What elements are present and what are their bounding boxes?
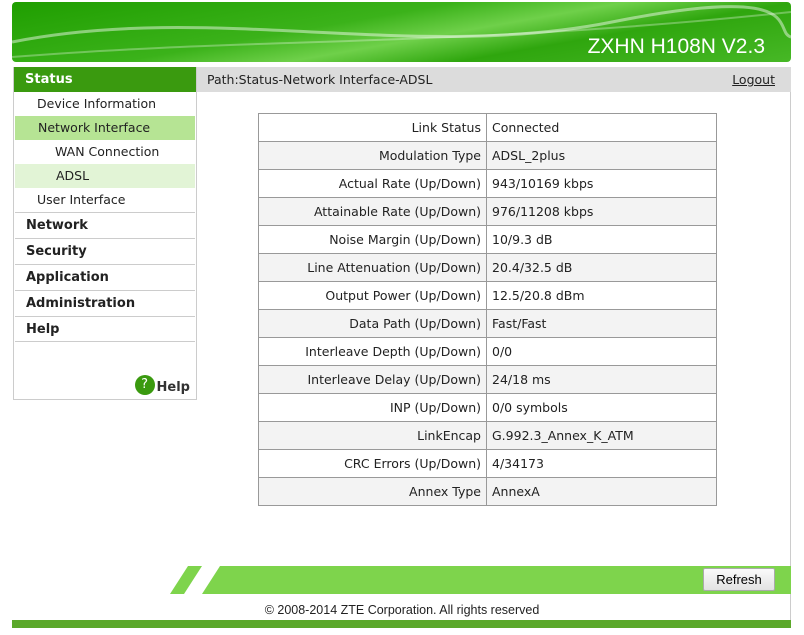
row-label: Interleave Depth (Up/Down)	[258, 337, 487, 366]
refresh-button[interactable]: Refresh	[703, 568, 775, 591]
row-value: G.992.3_Annex_K_ATM	[486, 421, 717, 450]
help-label: Help	[156, 380, 190, 395]
table-row: INP (Up/Down) 0/0 symbols	[258, 393, 717, 422]
question-icon: ?	[134, 375, 155, 395]
sidebar-item-user-interface[interactable]: User Interface	[14, 188, 196, 212]
row-label: Data Path (Up/Down)	[258, 309, 487, 338]
table-row: CRC Errors (Up/Down) 4/34173	[258, 449, 717, 478]
row-value: 976/11208 kbps	[486, 197, 717, 226]
logout-link[interactable]: Logout	[732, 67, 775, 92]
row-value: Fast/Fast	[486, 309, 717, 338]
row-label: Attainable Rate (Up/Down)	[258, 197, 487, 226]
table-row: Data Path (Up/Down) Fast/Fast	[258, 309, 717, 338]
copyright: © 2008-2014 ZTE Corporation. All rights …	[264, 603, 540, 617]
sidebar-item-application[interactable]: Application	[15, 264, 195, 290]
header-banner: ZXHN H108N V2.3	[12, 2, 791, 62]
row-label: Annex Type	[258, 477, 487, 506]
row-label: Line Attenuation (Up/Down)	[258, 253, 487, 282]
sidebar-item-administration[interactable]: Administration	[15, 290, 195, 316]
row-label: Link Status	[258, 113, 487, 142]
row-label: INP (Up/Down)	[258, 393, 487, 422]
help-button[interactable]: ? Help	[134, 375, 190, 395]
table-row: Attainable Rate (Up/Down) 976/11208 kbps	[258, 197, 717, 226]
sidebar-item-wan-connection[interactable]: WAN Connection	[14, 140, 196, 164]
row-label: Output Power (Up/Down)	[258, 281, 487, 310]
sidebar-item-help[interactable]: Help	[15, 316, 195, 342]
table-row: Line Attenuation (Up/Down) 20.4/32.5 dB	[258, 253, 717, 282]
row-value: 943/10169 kbps	[486, 169, 717, 198]
table-row: Interleave Delay (Up/Down) 24/18 ms	[258, 365, 717, 394]
table-row: Interleave Depth (Up/Down) 0/0	[258, 337, 717, 366]
bottom-bar	[12, 620, 791, 628]
table-row: Modulation Type ADSL_2plus	[258, 141, 717, 170]
product-name: ZXHN H108N V2.3	[587, 35, 765, 58]
row-label: Modulation Type	[258, 141, 487, 170]
row-label: Actual Rate (Up/Down)	[258, 169, 487, 198]
sidebar-item-status[interactable]: Status	[14, 67, 196, 92]
row-label: Noise Margin (Up/Down)	[258, 225, 487, 254]
table-row: Actual Rate (Up/Down) 943/10169 kbps	[258, 169, 717, 198]
sidebar-item-security[interactable]: Security	[15, 238, 195, 264]
row-value: 0/0 symbols	[486, 393, 717, 422]
table-row: Noise Margin (Up/Down) 10/9.3 dB	[258, 225, 717, 254]
row-value: AnnexA	[486, 477, 717, 506]
row-label: Interleave Delay (Up/Down)	[258, 365, 487, 394]
sidebar-item-network-interface[interactable]: Network Interface	[15, 116, 195, 140]
sidebar: Status Device Information Network Interf…	[13, 67, 197, 400]
row-value: 10/9.3 dB	[486, 225, 717, 254]
sidebar-item-adsl[interactable]: ADSL	[15, 164, 195, 188]
table-row: LinkEncap G.992.3_Annex_K_ATM	[258, 421, 717, 450]
sidebar-item-network[interactable]: Network	[15, 212, 195, 238]
sidebar-item-device-information[interactable]: Device Information	[14, 92, 196, 116]
footer-bar: Refresh	[170, 566, 791, 594]
table-row: Link Status Connected	[258, 113, 717, 142]
table-row: Output Power (Up/Down) 12.5/20.8 dBm	[258, 281, 717, 310]
adsl-status-table: Link Status Connected Modulation Type ADSL_…	[258, 113, 717, 506]
content-border	[790, 92, 791, 622]
row-value: ADSL_2plus	[486, 141, 717, 170]
row-value: 20.4/32.5 dB	[486, 253, 717, 282]
row-label: CRC Errors (Up/Down)	[258, 449, 487, 478]
breadcrumb-path: Path:Status-Network Interface-ADSL	[207, 72, 433, 87]
row-value: Connected	[486, 113, 717, 142]
footer-bar-shape	[170, 566, 791, 594]
table-row: Annex Type AnnexA	[258, 477, 717, 506]
row-value: 12.5/20.8 dBm	[486, 281, 717, 310]
row-value: 0/0	[486, 337, 717, 366]
row-value: 4/34173	[486, 449, 717, 478]
breadcrumb: Path:Status-Network Interface-ADSL Logou…	[197, 67, 791, 92]
row-value: 24/18 ms	[486, 365, 717, 394]
row-label: LinkEncap	[258, 421, 487, 450]
